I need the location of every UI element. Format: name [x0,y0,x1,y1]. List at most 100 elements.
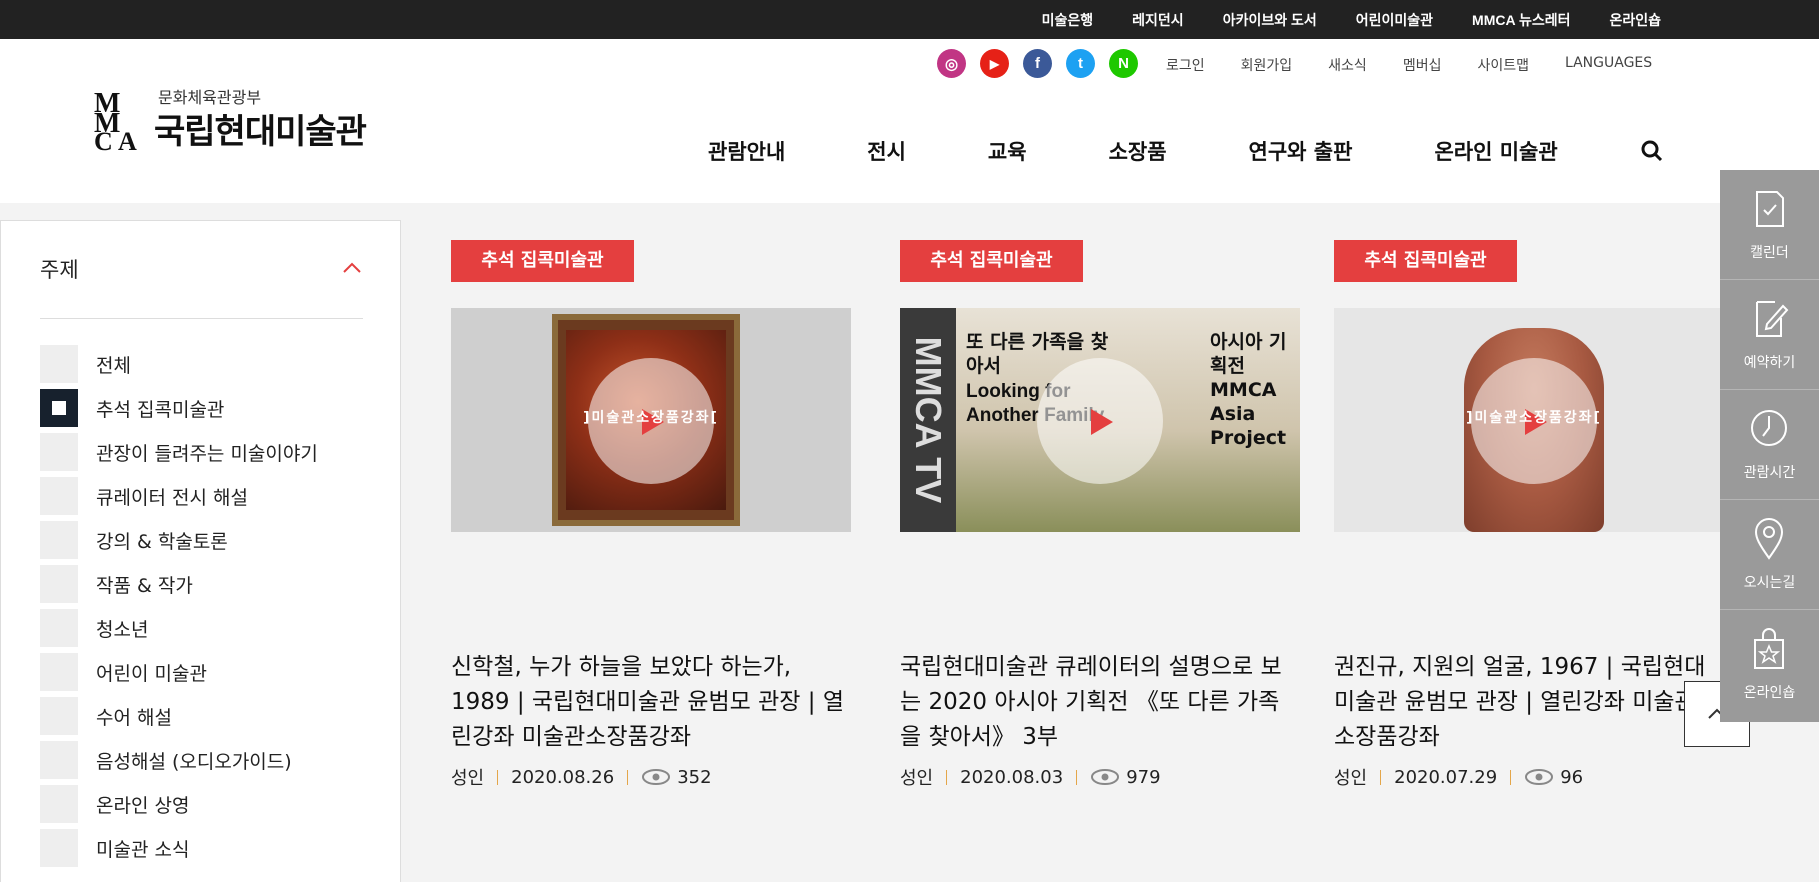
filter-label: 강의 & 학술토론 [96,530,228,553]
nav-exhibitions[interactable]: 전시 [867,136,906,166]
top-link-kids-museum[interactable]: 어린이미술관 [1356,10,1433,30]
filter-checkbox[interactable] [40,697,78,735]
category-tag[interactable]: 추석 집콕미술관 [900,240,1083,282]
filter-checkbox[interactable] [40,785,78,823]
naver-icon[interactable]: N [1109,49,1138,78]
category-tag[interactable]: 추석 집콕미술관 [1334,240,1517,282]
topic-filter-panel: 주제 전체 추석 집콕미술관 관장이 들려주는 미술이야기 큐레이터 전시 해설… [0,220,401,882]
filter-item-youth[interactable]: 청소년 [40,609,148,647]
filter-item-sign-language[interactable]: 수어 해설 [40,697,172,735]
post-date: 2020.08.03 [960,766,1064,788]
facebook-icon[interactable]: f [1023,49,1052,78]
main-navigation: 관람안내 전시 교육 소장품 연구와 출판 온라인 미술관 [708,136,1558,166]
login-link[interactable]: 로그인 [1166,55,1205,75]
filter-checkbox[interactable] [40,345,78,383]
reservation-icon [1756,301,1789,337]
filter-checkbox[interactable] [40,829,78,867]
quick-calendar[interactable]: 캘린더 [1720,170,1819,280]
site-header: M M C A 문화체육관광부 국립현대미술관 ◎ ▶ f t N 로그인 회원… [0,39,1819,203]
filter-checkbox[interactable] [40,565,78,603]
social-links: ◎ ▶ f t N [937,49,1138,78]
video-title[interactable]: 권진규, 지원의 얼굴, 1967 | 국립현대미술관 윤범모 관장 | 열린강… [1334,650,1714,755]
video-meta: 성인 2020.07.29 96 [1334,764,1583,790]
quick-label: 캘린더 [1750,245,1789,261]
filter-label: 관장이 들려주는 미술이야기 [96,442,318,465]
audience-label: 성인 [900,768,934,789]
quick-reservation[interactable]: 예약하기 [1720,280,1819,390]
filter-checkbox[interactable] [40,653,78,691]
location-icon [1754,518,1784,560]
instagram-icon[interactable]: ◎ [937,49,966,78]
meta-divider [627,769,629,785]
video-title[interactable]: 신학철, 누가 하늘을 보았다 하는가, 1989 | 국립현대미술관 윤범모 … [451,650,851,755]
nav-research-publication[interactable]: 연구와 출판 [1249,136,1353,166]
quick-online-shop[interactable]: 온라인숍 [1720,610,1819,720]
view-count: 96 [1560,766,1584,788]
video-thumbnail[interactable]: ]미술관소장품강좌[ [1334,308,1720,532]
quick-opening-hours[interactable]: 관람시간 [1720,390,1819,500]
eye-icon [642,769,671,785]
filter-checkbox[interactable] [40,477,78,515]
filter-item-lecture[interactable]: 강의 & 학술토론 [40,521,228,559]
filter-item-online-screening[interactable]: 온라인 상영 [40,785,189,823]
filter-checkbox[interactable] [40,741,78,779]
filter-item-museum-news[interactable]: 미술관 소식 [40,829,189,867]
video-card: 추석 집콕미술관 ]미술관소장품강좌[ 신학철, 누가 하늘을 보았다 하는가,… [451,240,851,789]
filter-item-audio-guide[interactable]: 음성해설 (오디오가이드) [40,741,292,779]
filter-label: 어린이 미술관 [96,662,207,685]
video-thumbnail[interactable]: ]미술관소장품강좌[ [451,308,851,532]
filter-item-artwork-artist[interactable]: 작품 & 작가 [40,565,193,603]
clock-icon [1751,410,1787,446]
nav-online-museum[interactable]: 온라인 미술관 [1434,136,1557,166]
filter-item-kids-museum[interactable]: 어린이 미술관 [40,653,207,691]
thumbnail-caption: ]미술관소장품강좌[ [583,410,719,426]
meta-divider [1380,769,1382,785]
video-card: 추석 집콕미술관 MMCA TV 또 다른 가족을 찾아서 Looking fo… [900,240,1300,789]
view-count: 979 [1126,766,1161,788]
museum-name: 국립현대미술관 [154,112,367,152]
filter-divider [40,318,363,319]
sitemap-link[interactable]: 사이트맵 [1477,55,1529,75]
category-tag[interactable]: 추석 집콕미술관 [451,240,634,282]
filter-checkbox-checked[interactable] [40,389,78,427]
filter-checkbox[interactable] [40,433,78,471]
filter-item-curator-talk[interactable]: 큐레이터 전시 해설 [40,477,248,515]
twitter-icon[interactable]: t [1066,49,1095,78]
filter-item-chuseok[interactable]: 추석 집콕미술관 [40,389,224,427]
languages-link[interactable]: LANGUAGES [1565,55,1652,75]
mmca-logo[interactable]: M M C A 문화체육관광부 국립현대미술관 [92,84,382,154]
filter-checkbox[interactable] [40,609,78,647]
filter-label: 작품 & 작가 [96,574,193,597]
video-title[interactable]: 국립현대미술관 큐레이터의 설명으로 보는 2020 아시아 기획전 《또 다른… [900,650,1300,755]
quick-directions[interactable]: 오시는길 [1720,500,1819,610]
top-utility-menu: 미술은행 레지던시 아카이브와 도서 어린이미술관 MMCA 뉴스레터 온라인숍 [1042,0,1661,39]
filter-heading: 주제 [40,258,79,282]
nav-education[interactable]: 교육 [988,136,1027,166]
filter-checkbox[interactable] [40,521,78,559]
play-icon[interactable] [1037,358,1163,484]
quick-menu: 캘린더 예약하기 관람시간 오시는길 온라인숍 [1720,170,1819,722]
signup-link[interactable]: 회원가입 [1241,55,1293,75]
top-link-residency[interactable]: 레지던시 [1132,10,1184,30]
nav-collection[interactable]: 소장품 [1109,136,1167,166]
chevron-up-icon[interactable] [341,259,363,275]
top-link-online-shop[interactable]: 온라인숍 [1609,10,1661,30]
search-icon[interactable] [1640,139,1664,163]
filter-item-director-talk[interactable]: 관장이 들려주는 미술이야기 [40,433,318,471]
mmca-logo-mark: M M C A [94,88,137,152]
video-thumbnail[interactable]: MMCA TV 또 다른 가족을 찾아서 Looking for Another… [900,308,1300,532]
filter-label: 수어 해설 [96,706,172,729]
post-date: 2020.07.29 [1394,766,1498,788]
calendar-icon [1756,191,1784,227]
filter-item-all[interactable]: 전체 [40,345,131,383]
nav-visit-info[interactable]: 관람안내 [708,136,785,166]
membership-link[interactable]: 멤버십 [1403,55,1442,75]
top-link-art-bank[interactable]: 미술은행 [1042,10,1094,30]
top-link-newsletter[interactable]: MMCA 뉴스레터 [1472,10,1570,30]
news-link[interactable]: 새소식 [1328,55,1367,75]
top-link-archive[interactable]: 아카이브와 도서 [1223,10,1317,30]
quick-label: 예약하기 [1743,355,1796,371]
utility-links: 로그인 회원가입 새소식 멤버십 사이트맵 LANGUAGES [1166,55,1652,75]
meta-divider [1510,769,1512,785]
youtube-icon[interactable]: ▶ [980,49,1009,78]
